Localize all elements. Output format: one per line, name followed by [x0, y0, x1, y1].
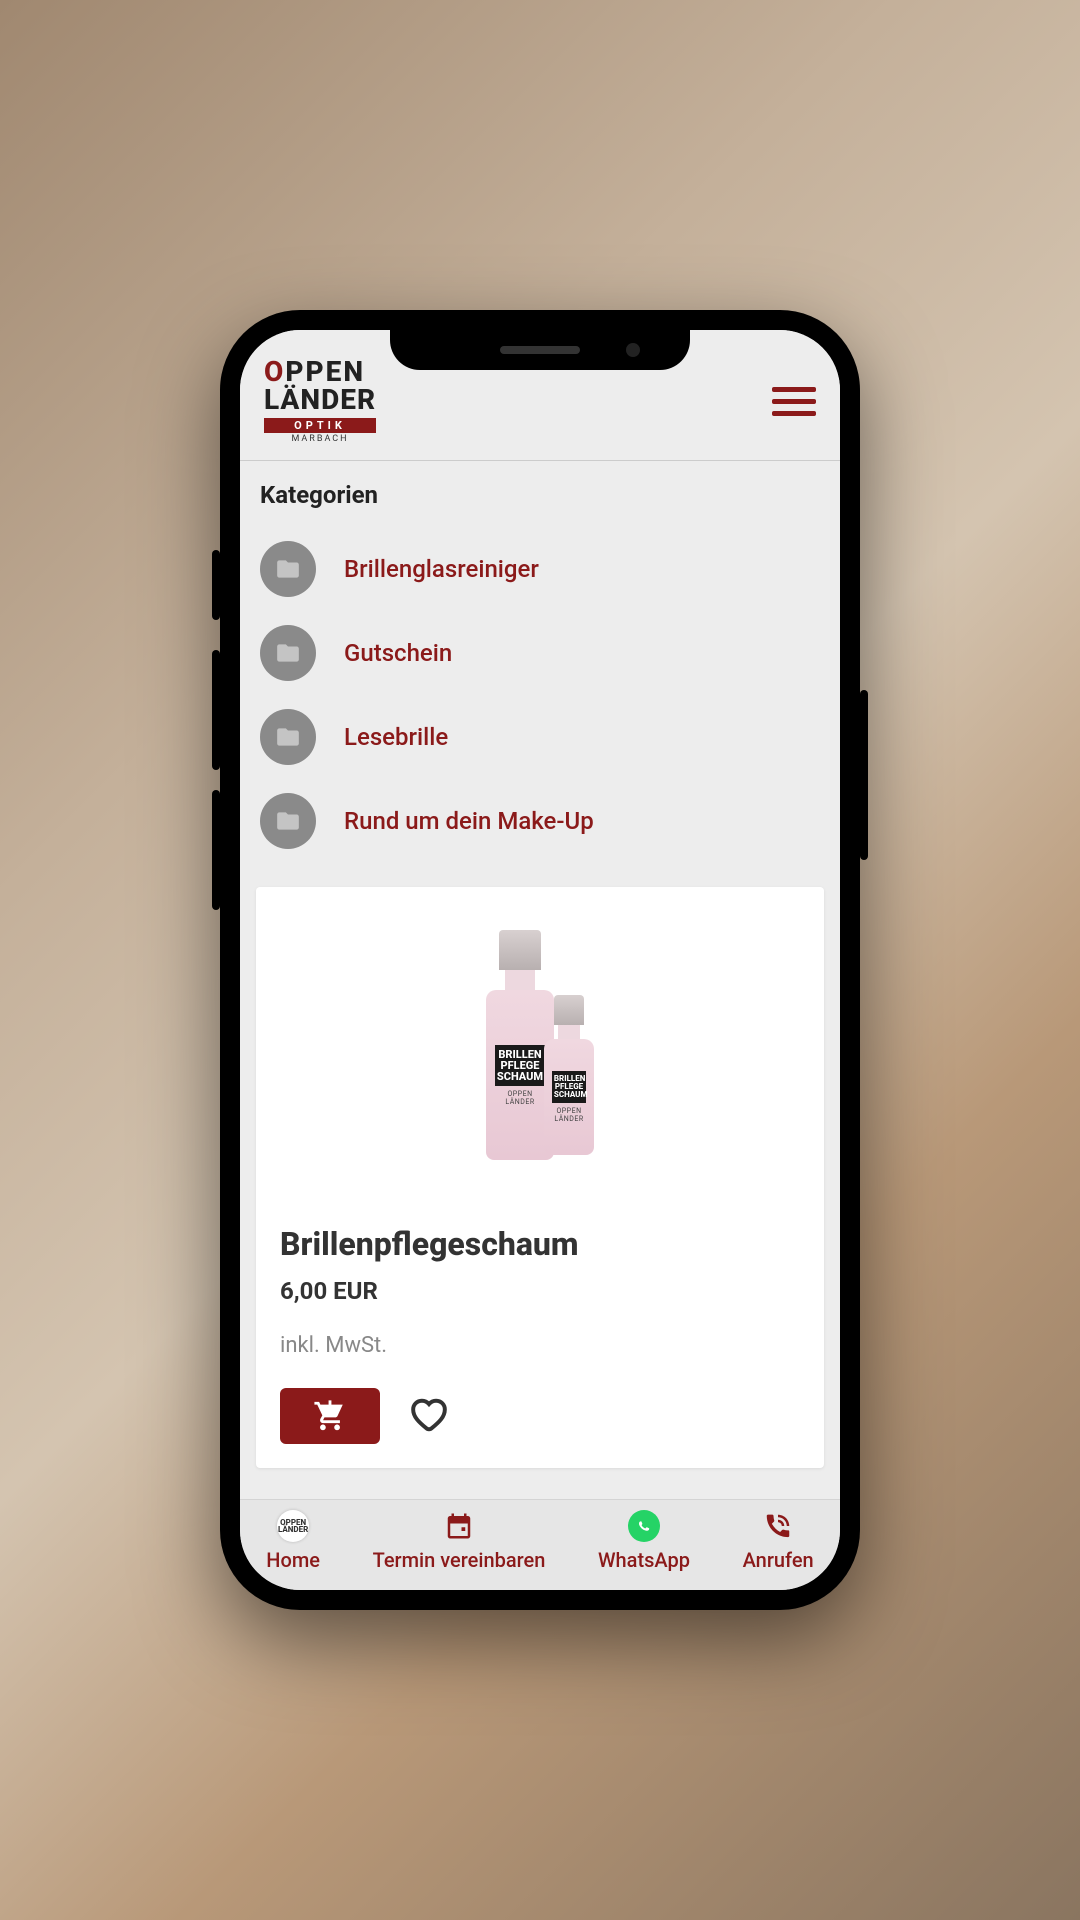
- folder-icon: [260, 625, 316, 681]
- nav-home[interactable]: OPPENLÄNDER Home: [266, 1510, 320, 1572]
- product-image: BRILLEN PFLEGE SCHAUM OPPEN LÄNDER BRILL…: [280, 905, 800, 1185]
- bottle-brand: OPPEN LÄNDER: [492, 1090, 548, 1106]
- logo-line1: OPPEN: [264, 358, 376, 386]
- product-card[interactable]: BRILLEN PFLEGE SCHAUM OPPEN LÄNDER BRILL…: [256, 887, 824, 1468]
- nav-label: Termin vereinbaren: [373, 1548, 546, 1572]
- app-content: OPPEN LÄNDER OPTIK MARBACH Kategorien Br…: [240, 330, 840, 1590]
- category-gutschein[interactable]: Gutschein: [256, 611, 824, 695]
- nav-label: WhatsApp: [598, 1548, 690, 1572]
- nav-anrufen[interactable]: Anrufen: [743, 1510, 814, 1572]
- nav-termin[interactable]: Termin vereinbaren: [373, 1510, 546, 1572]
- folder-icon: [260, 709, 316, 765]
- category-makeup[interactable]: Rund um dein Make-Up: [256, 779, 824, 863]
- whatsapp-icon: [628, 1510, 660, 1542]
- logo-optik: OPTIK: [264, 418, 376, 433]
- bottle-label: BRILLEN PFLEGE SCHAUM: [552, 1071, 586, 1103]
- nav-label: Home: [266, 1548, 320, 1572]
- bottom-nav: OPPENLÄNDER Home Termin vereinbaren What…: [240, 1499, 840, 1590]
- nav-whatsapp[interactable]: WhatsApp: [598, 1510, 690, 1572]
- category-label: Gutschein: [344, 639, 452, 667]
- phone-power-button: [860, 690, 868, 860]
- menu-icon[interactable]: [772, 387, 816, 416]
- phone-notch: [390, 330, 690, 370]
- logo-line2: LÄNDER: [264, 386, 376, 414]
- product-title: Brillenpflegeschaum: [280, 1225, 800, 1263]
- phone-volume-up: [212, 650, 220, 770]
- bottle-small-icon: BRILLEN PFLEGE SCHAUM OPPEN LÄNDER: [544, 995, 594, 1155]
- category-lesebrille[interactable]: Lesebrille: [256, 695, 824, 779]
- logo-sub: MARBACH: [264, 435, 376, 444]
- categories-title: Kategorien: [256, 481, 824, 509]
- folder-icon: [260, 793, 316, 849]
- category-brillenglasreiniger[interactable]: Brillenglasreiniger: [256, 527, 824, 611]
- phone-frame: OPPEN LÄNDER OPTIK MARBACH Kategorien Br…: [220, 310, 860, 1610]
- main-content: Kategorien Brillenglasreiniger Gutschein: [240, 461, 840, 1499]
- favorite-button[interactable]: [410, 1396, 448, 1437]
- heart-icon: [410, 1396, 448, 1434]
- product-tax-note: inkl. MwSt.: [280, 1333, 800, 1358]
- nav-label: Anrufen: [743, 1548, 814, 1572]
- phone-volume-down: [212, 790, 220, 910]
- category-label: Rund um dein Make-Up: [344, 807, 594, 835]
- front-camera: [626, 343, 640, 357]
- add-cart-icon: [313, 1399, 347, 1433]
- phone-screen: OPPEN LÄNDER OPTIK MARBACH Kategorien Br…: [240, 330, 840, 1590]
- category-label: Brillenglasreiniger: [344, 555, 539, 583]
- folder-icon: [260, 541, 316, 597]
- calendar-icon: [443, 1510, 475, 1542]
- add-to-cart-button[interactable]: [280, 1388, 380, 1444]
- product-actions: [280, 1388, 800, 1444]
- product-price: 6,00 EUR: [280, 1277, 800, 1305]
- category-label: Lesebrille: [344, 723, 448, 751]
- speaker-grille: [500, 346, 580, 354]
- phone-icon: [762, 1510, 794, 1542]
- bottle-label: BRILLEN PFLEGE SCHAUM: [495, 1045, 545, 1086]
- home-logo-icon: OPPENLÄNDER: [277, 1510, 309, 1542]
- bottle-brand: OPPEN LÄNDER: [550, 1107, 588, 1123]
- brand-logo[interactable]: OPPEN LÄNDER OPTIK MARBACH: [264, 358, 376, 444]
- phone-mute-switch: [212, 550, 220, 620]
